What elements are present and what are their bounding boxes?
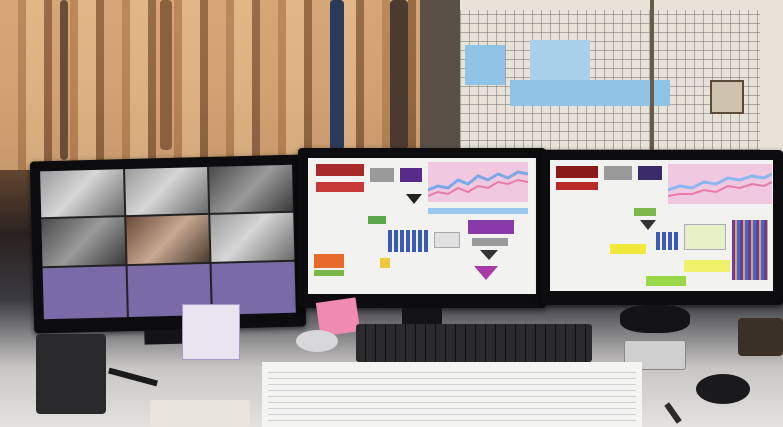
info-panel (684, 224, 726, 250)
hopper-icon (640, 220, 656, 230)
paper-sheet (262, 362, 642, 427)
status-display-purple (638, 166, 662, 180)
trend-chart (668, 164, 772, 204)
pipe (60, 0, 68, 160)
indicator-green (634, 208, 656, 216)
status-display-red (316, 182, 364, 192)
trend-line (428, 170, 528, 197)
pipe (390, 0, 408, 150)
pen (664, 402, 682, 424)
camera-feed[interactable] (41, 217, 126, 267)
indicator-green (314, 270, 344, 276)
control-room-photo (0, 0, 783, 427)
indicator-yellow (610, 244, 646, 254)
status-display-red (556, 182, 598, 190)
left-monitor (29, 154, 307, 345)
window-frame (420, 0, 460, 160)
mouse[interactable] (696, 374, 750, 404)
indicator-green (368, 216, 386, 224)
camera-feed[interactable] (209, 164, 294, 214)
camera-feed[interactable] (210, 213, 295, 262)
machine-panel (510, 80, 670, 106)
monitor-stand (402, 308, 442, 324)
stacked-bar-chart (732, 220, 768, 280)
mouse[interactable] (296, 330, 338, 352)
monitor-stand (620, 305, 690, 333)
status-panel (42, 266, 127, 320)
right-monitor (540, 150, 783, 333)
keyboard[interactable] (356, 324, 592, 362)
status-display-gray (604, 166, 632, 180)
camera-feed[interactable] (40, 169, 124, 218)
process-hmi-screen (550, 160, 773, 291)
hopper-icon (406, 194, 422, 204)
info-bar (428, 208, 528, 214)
camera-feed-grid (40, 164, 296, 320)
machine-panel (465, 45, 505, 85)
status-display-gray (472, 238, 508, 246)
status-display-red (556, 166, 598, 178)
window-frame (650, 0, 654, 160)
notebook (150, 400, 250, 427)
bar-group (388, 230, 428, 252)
indicator-yellow (684, 260, 730, 272)
factory-window (420, 0, 783, 160)
status-display-purple (400, 168, 422, 182)
camera-feed[interactable] (125, 215, 210, 264)
status-display-purple (468, 220, 514, 234)
tissue-box (182, 304, 240, 360)
bar-group (656, 232, 678, 250)
pipe (330, 0, 344, 150)
machine-panel (530, 40, 590, 80)
window-pane (710, 80, 744, 114)
pipe (160, 0, 172, 150)
status-display-red (316, 164, 364, 176)
trend-line (668, 172, 772, 197)
pen-holder (36, 334, 106, 414)
camera-screen (40, 164, 296, 320)
trend-chart (428, 162, 528, 202)
hopper-icon (480, 250, 498, 260)
process-hmi-screen (308, 158, 536, 294)
status-display-gray (370, 168, 394, 182)
indicator-green (646, 276, 686, 286)
info-box (434, 232, 460, 248)
hopper-icon (474, 266, 498, 280)
center-monitor (298, 148, 546, 324)
paper-grid (268, 368, 636, 421)
camera-feed[interactable] (124, 166, 209, 216)
phone (738, 318, 783, 356)
pen (108, 367, 158, 387)
indicator-orange (314, 254, 344, 268)
monitor-stand (144, 329, 185, 345)
indicator-yellow (380, 258, 390, 268)
